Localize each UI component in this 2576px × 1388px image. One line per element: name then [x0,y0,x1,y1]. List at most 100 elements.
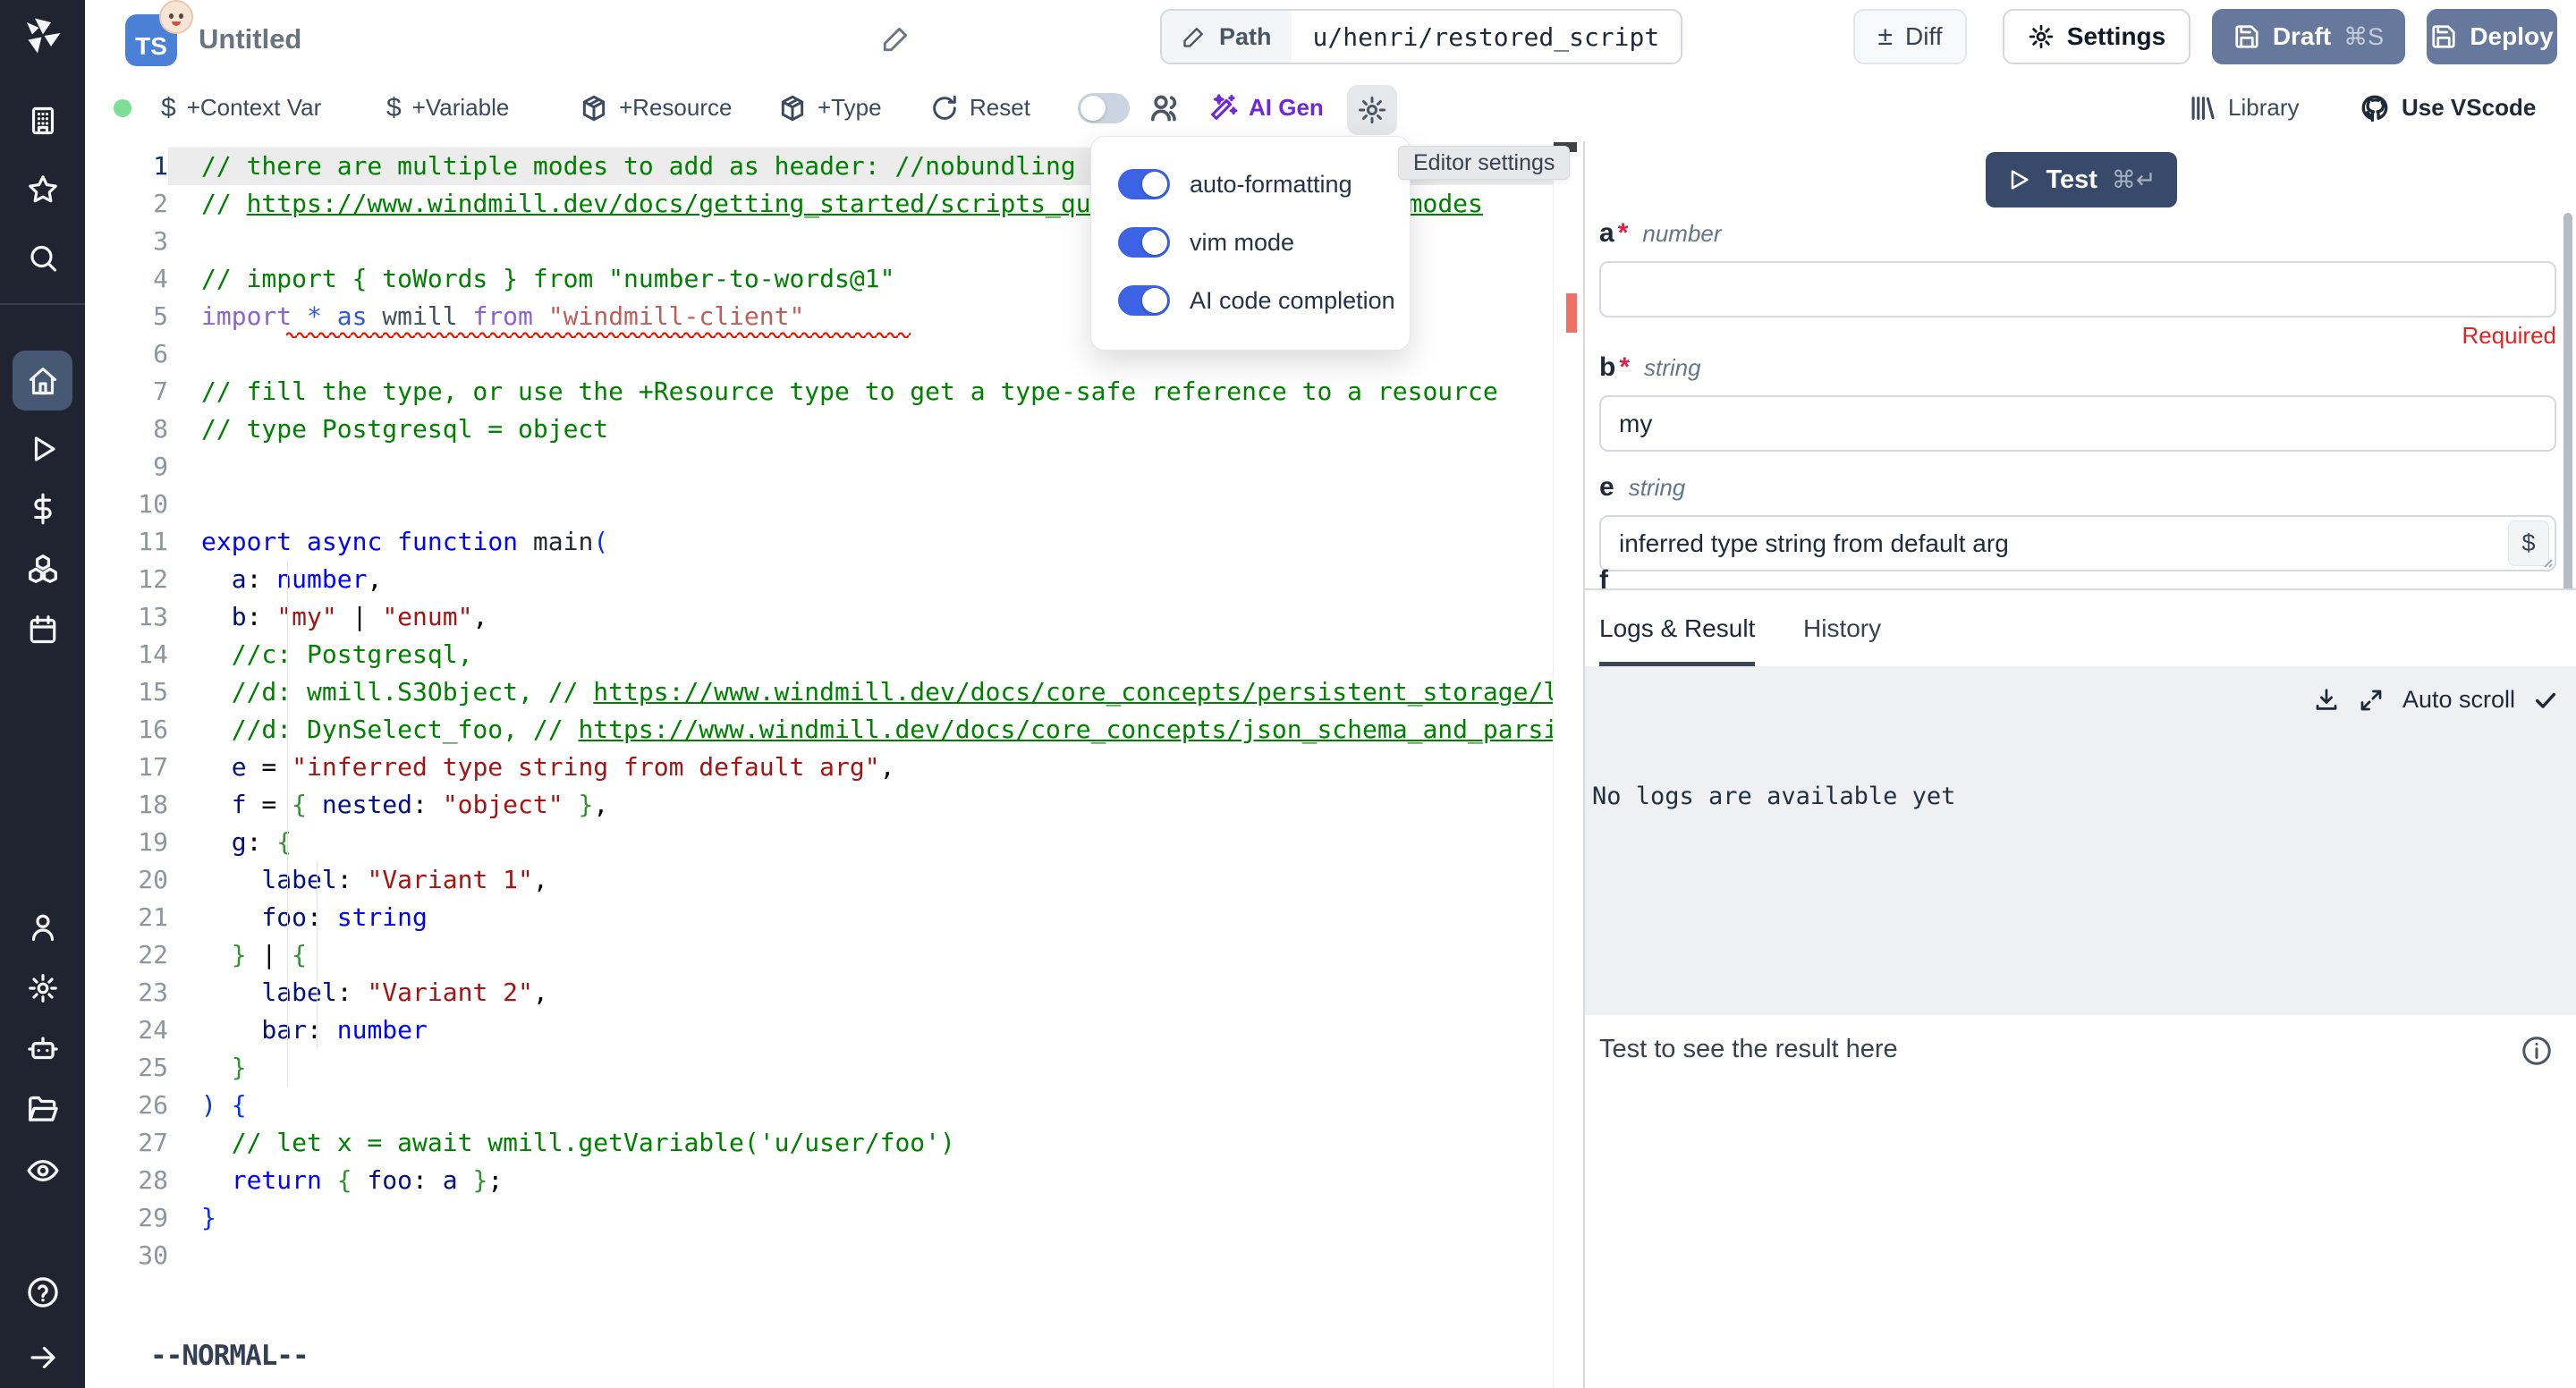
line-number: 9 [85,448,168,486]
code-line[interactable]: 25 } [85,1049,1553,1087]
line-number: 5 [85,298,168,335]
code-line[interactable]: 20 label: "Variant 1", [85,861,1553,899]
code-line[interactable]: 19 g: { [85,824,1553,861]
add-context-var-button[interactable]: $ +Context Var [161,75,321,140]
workspace-building-icon[interactable] [0,92,85,149]
code-line[interactable]: 21 foo: string [85,899,1553,936]
code-line[interactable]: 18 f = { nested: "object" }, [85,786,1553,824]
line-number: 16 [85,711,168,749]
vim-mode-toggle[interactable] [1118,227,1170,258]
code-line[interactable]: 12 a: number, [85,561,1553,598]
settings-button[interactable]: Settings [2003,9,2190,64]
line-number: 18 [85,786,168,824]
line-number: 26 [85,1087,168,1124]
code-line[interactable]: 7// fill the type, or use the +Resource … [85,373,1553,410]
code-line[interactable]: 9 [85,448,1553,486]
baby-emoji-badge [159,0,193,34]
library-button[interactable]: Library [2187,75,2299,140]
line-number: 11 [85,523,168,561]
add-type-button[interactable]: +Type [778,75,882,140]
path-button[interactable]: Path u/henri/restored_script [1160,9,1682,64]
save-icon [2233,23,2260,50]
expand-sidebar-arrow-icon[interactable] [0,1329,85,1386]
draft-button[interactable]: Draft ⌘S [2212,9,2405,64]
resize-handle[interactable] [2539,554,2554,569]
code-line[interactable]: 23 label: "Variant 2", [85,974,1553,1011]
code-line[interactable]: 24 bar: number [85,1011,1553,1049]
search-icon[interactable] [0,231,85,288]
audit-eye-icon[interactable] [0,1142,85,1199]
editor-settings-tooltip: Editor settings [1398,146,1570,180]
pencil-icon [1182,24,1207,49]
favorites-star-icon[interactable] [0,161,85,218]
settings-gear-icon[interactable] [0,960,85,1017]
home-icon[interactable] [0,352,85,410]
error-squiggle [286,329,912,338]
windmill-logo-icon[interactable] [21,14,64,62]
runs-play-icon[interactable] [0,420,85,478]
user-icon[interactable] [0,899,85,956]
diff-button[interactable]: ± Diff [1853,9,1967,64]
line-number: 8 [85,410,168,448]
code-line[interactable]: 15 //d: wmill.S3Object, // https://www.w… [85,673,1553,711]
code-line[interactable]: 17 e = "inferred type string from defaul… [85,749,1553,786]
vscode-github-icon [2359,92,2391,124]
multiplayer-users-icon[interactable] [1148,75,1183,140]
add-resource-button[interactable]: +Resource [580,75,732,140]
tab-history[interactable]: History [1803,590,1881,666]
edit-title-pencil-icon[interactable] [881,23,911,58]
code-line[interactable]: 11export async function main( [85,523,1553,561]
save-icon [2430,23,2457,50]
resources-cubes-icon[interactable] [0,540,85,597]
result-area: Test to see the result here [1585,1015,2576,1388]
folders-icon[interactable] [0,1081,85,1138]
help-icon[interactable] [0,1264,85,1321]
field-a-input[interactable] [1599,261,2556,317]
ai-completion-toggle[interactable] [1118,285,1170,316]
field-b-input[interactable] [1599,395,2556,452]
required-asterisk: * [1618,218,1629,249]
workers-robot-icon[interactable] [0,1020,85,1078]
code-line[interactable]: 14 //c: Postgresql, [85,636,1553,673]
tab-logs-result[interactable]: Logs & Result [1599,590,1755,666]
sidebar [0,0,85,1388]
reset-button[interactable]: Reset [930,75,1030,140]
logs-area: Auto scroll No logs are available yet [1585,666,2576,1015]
dollar-icon: $ [386,93,402,123]
code-line[interactable]: 30 [85,1237,1553,1274]
code-line[interactable]: 22 } | { [85,936,1553,974]
deploy-button[interactable]: Deploy [2427,9,2557,64]
code-line[interactable]: 28 return { foo: a }; [85,1162,1553,1199]
use-vscode-button[interactable]: Use VScode [2359,75,2536,140]
code-line[interactable]: 26) { [85,1087,1553,1124]
code-line[interactable]: 8// type Postgresql = object [85,410,1553,448]
auto-scroll-label[interactable]: Auto scroll [2402,686,2515,714]
vim-block-cursor [286,148,301,185]
ai-gen-button[interactable]: AI Gen [1208,75,1324,140]
add-variable-button[interactable]: $ +Variable [386,75,509,140]
magic-wand-icon [1208,93,1238,123]
expand-logs-icon[interactable] [2358,687,2385,714]
check-icon[interactable] [2533,688,2558,713]
code-line[interactable]: 16 //d: DynSelect_foo, // https://www.wi… [85,711,1553,749]
auto-formatting-toggle[interactable] [1118,169,1170,199]
code-line[interactable]: 27 // let x = await wmill.getVariable('u… [85,1124,1553,1162]
package-icon [580,94,608,123]
line-number: 25 [85,1049,168,1087]
code-line[interactable]: 10 [85,486,1553,523]
line-number: 20 [85,861,168,899]
info-icon[interactable] [2521,1035,2553,1067]
variables-dollar-icon[interactable] [0,480,85,537]
download-logs-icon[interactable] [2313,687,2340,714]
error-overview-mark [1566,293,1577,333]
collab-switch[interactable] [1078,93,1130,123]
test-button[interactable]: Test ⌘↵ [1986,152,2177,207]
code-line[interactable]: 29} [85,1199,1553,1237]
path-value: u/henri/restored_script [1292,11,1682,63]
collab-toggle[interactable] [1078,75,1130,140]
code-line[interactable]: 13 b: "my" | "enum", [85,598,1553,636]
line-number: 30 [85,1237,168,1274]
editor-settings-gear-button[interactable] [1347,85,1397,135]
field-e-input[interactable] [1599,515,2556,571]
schedules-calendar-icon[interactable] [0,601,85,658]
